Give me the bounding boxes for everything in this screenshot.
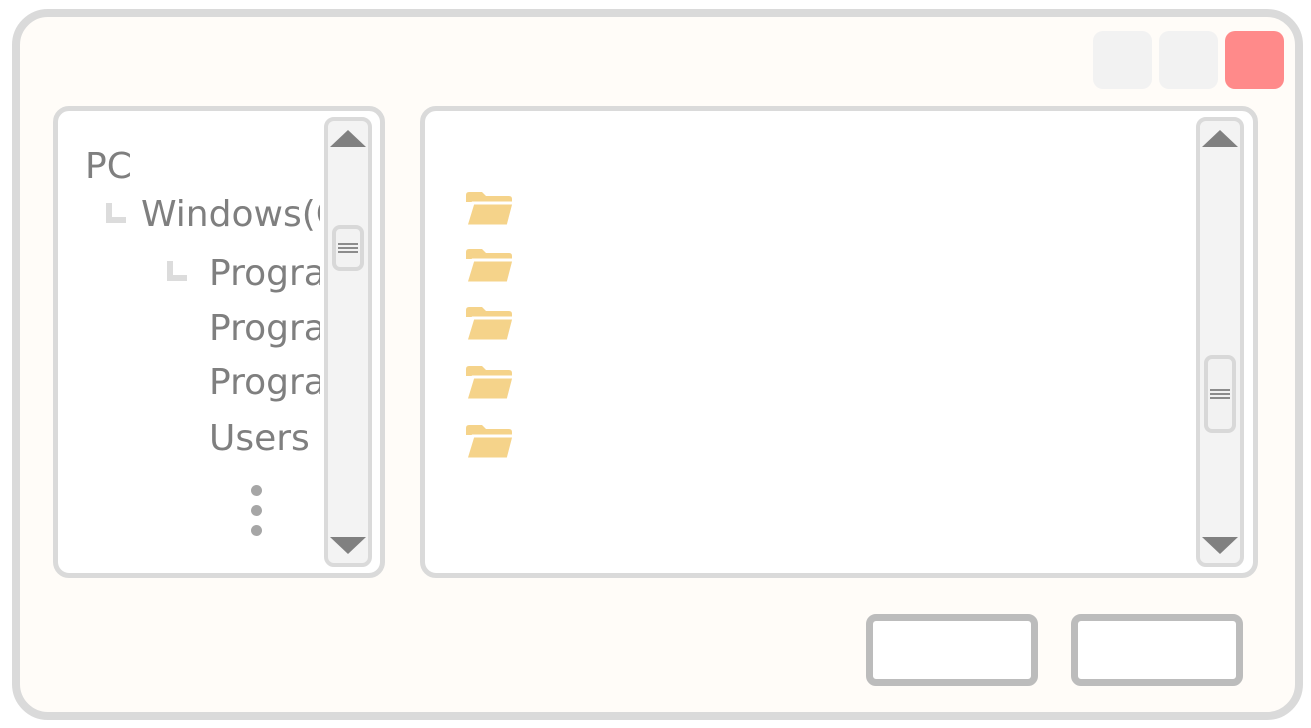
tree-item-pc[interactable]: PC [85,149,132,185]
folder-tree: PC Windows(C:) Program Files Program Fil… [58,111,320,573]
grip-icon [1210,389,1230,399]
tree-item-programdata[interactable]: ProgramData [209,365,320,401]
scroll-up-arrow-icon[interactable] [1202,130,1238,147]
folder-icon[interactable] [463,191,516,228]
scroll-down-arrow-icon[interactable] [1202,537,1238,554]
tree-item-windows-drive[interactable]: Windows(C:) [141,197,320,233]
file-list-scrollbar[interactable] [1196,117,1244,567]
ok-button[interactable] [866,614,1038,686]
tree-item-program-files-x86[interactable]: Program Files (x86) [209,311,320,347]
file-list-scrollbar-thumb[interactable] [1204,355,1236,433]
cancel-button[interactable] [1071,614,1243,686]
minimize-button[interactable] [1093,31,1152,89]
scroll-up-arrow-icon[interactable] [330,130,366,147]
maximize-button[interactable] [1159,31,1218,89]
close-button[interactable] [1225,31,1284,89]
folder-icon[interactable] [463,424,516,461]
tree-branch-icon [106,203,126,223]
tree-branch-icon [167,261,187,281]
folder-icon[interactable] [463,248,516,285]
tree-scrollbar-thumb[interactable] [332,225,364,271]
file-dialog-window: PC Windows(C:) Program Files Program Fil… [12,9,1303,720]
scroll-down-arrow-icon[interactable] [330,537,366,554]
folder-icon[interactable] [463,306,516,343]
folder-tree-panel: PC Windows(C:) Program Files Program Fil… [53,106,385,578]
tree-item-users[interactable]: Users [209,421,310,457]
folder-icon[interactable] [463,365,516,402]
grip-icon [338,243,358,253]
file-list-panel [420,106,1258,578]
tree-scrollbar[interactable] [324,117,372,567]
tree-item-program-files[interactable]: Program Files [209,256,320,292]
